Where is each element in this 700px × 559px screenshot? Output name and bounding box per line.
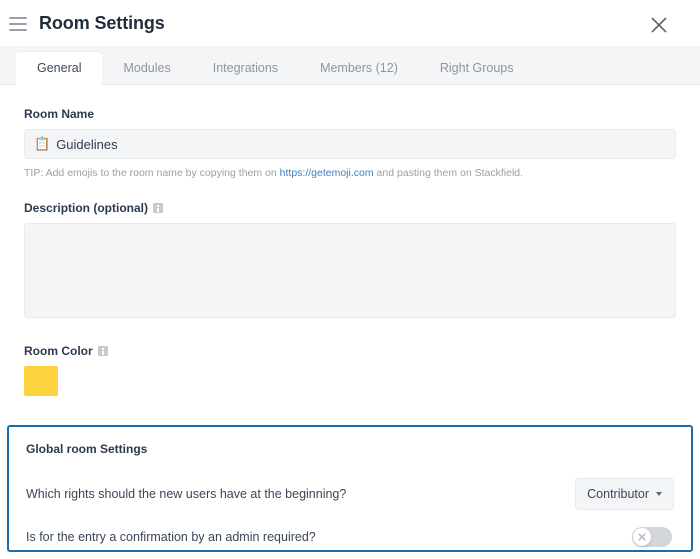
admin-confirmation-row: Is for the entry a confirmation by an ad… [26,520,674,554]
tab-modules[interactable]: Modules [102,52,191,84]
description-label-text: Description (optional) [24,201,148,215]
default-rights-value: Contributor [587,487,649,501]
admin-confirmation-toggle[interactable] [632,527,672,547]
tab-bar: General Modules Integrations Members (12… [0,46,700,85]
default-rights-row: Which rights should the new users have a… [26,477,674,511]
info-icon-room-color[interactable] [97,346,108,356]
room-name-tip: TIP: Add emojis to the room name by copy… [24,167,676,179]
default-rights-question: Which rights should the new users have a… [26,487,347,501]
getemoji-link[interactable]: https://getemoji.com [280,167,374,179]
close-x-icon [638,533,646,541]
chevron-down-icon [656,492,662,496]
global-settings-title: Global room Settings [26,442,148,456]
room-name-label: Room Name [24,107,676,121]
tab-integrations[interactable]: Integrations [192,52,299,84]
tab-right-groups[interactable]: Right Groups [419,52,535,84]
tab-members[interactable]: Members (12) [299,52,419,84]
global-room-settings-panel: Global room Settings Which rights should… [7,425,693,552]
default-rights-dropdown[interactable]: Contributor [575,478,674,510]
tab-general[interactable]: General [16,52,103,85]
room-color-label-text: Room Color [24,344,93,358]
description-label: Description (optional) [24,201,676,215]
room-color-swatch[interactable] [24,366,58,396]
room-name-label-text: Room Name [24,107,95,121]
tip-suffix-text: and pasting them on Stackfield. [373,167,524,179]
tip-prefix-text: TIP: Add emojis to the room name by copy… [24,167,280,179]
admin-confirmation-question: Is for the entry a confirmation by an ad… [26,530,316,544]
settings-content: Room Name 📋 Guidelines TIP: Add emojis t… [0,85,700,396]
window-header: Room Settings [0,0,700,46]
close-icon[interactable] [648,14,670,36]
info-icon-description[interactable] [153,203,163,213]
room-name-value: Guidelines [56,136,118,152]
room-color-label: Room Color [24,344,676,358]
page-title: Room Settings [39,12,165,33]
hamburger-icon[interactable] [9,16,27,31]
toggle-knob [633,528,651,546]
clipboard-emoji-icon: 📋 [34,136,51,151]
room-name-input[interactable]: 📋 Guidelines [24,129,676,159]
description-textarea[interactable] [24,223,676,318]
